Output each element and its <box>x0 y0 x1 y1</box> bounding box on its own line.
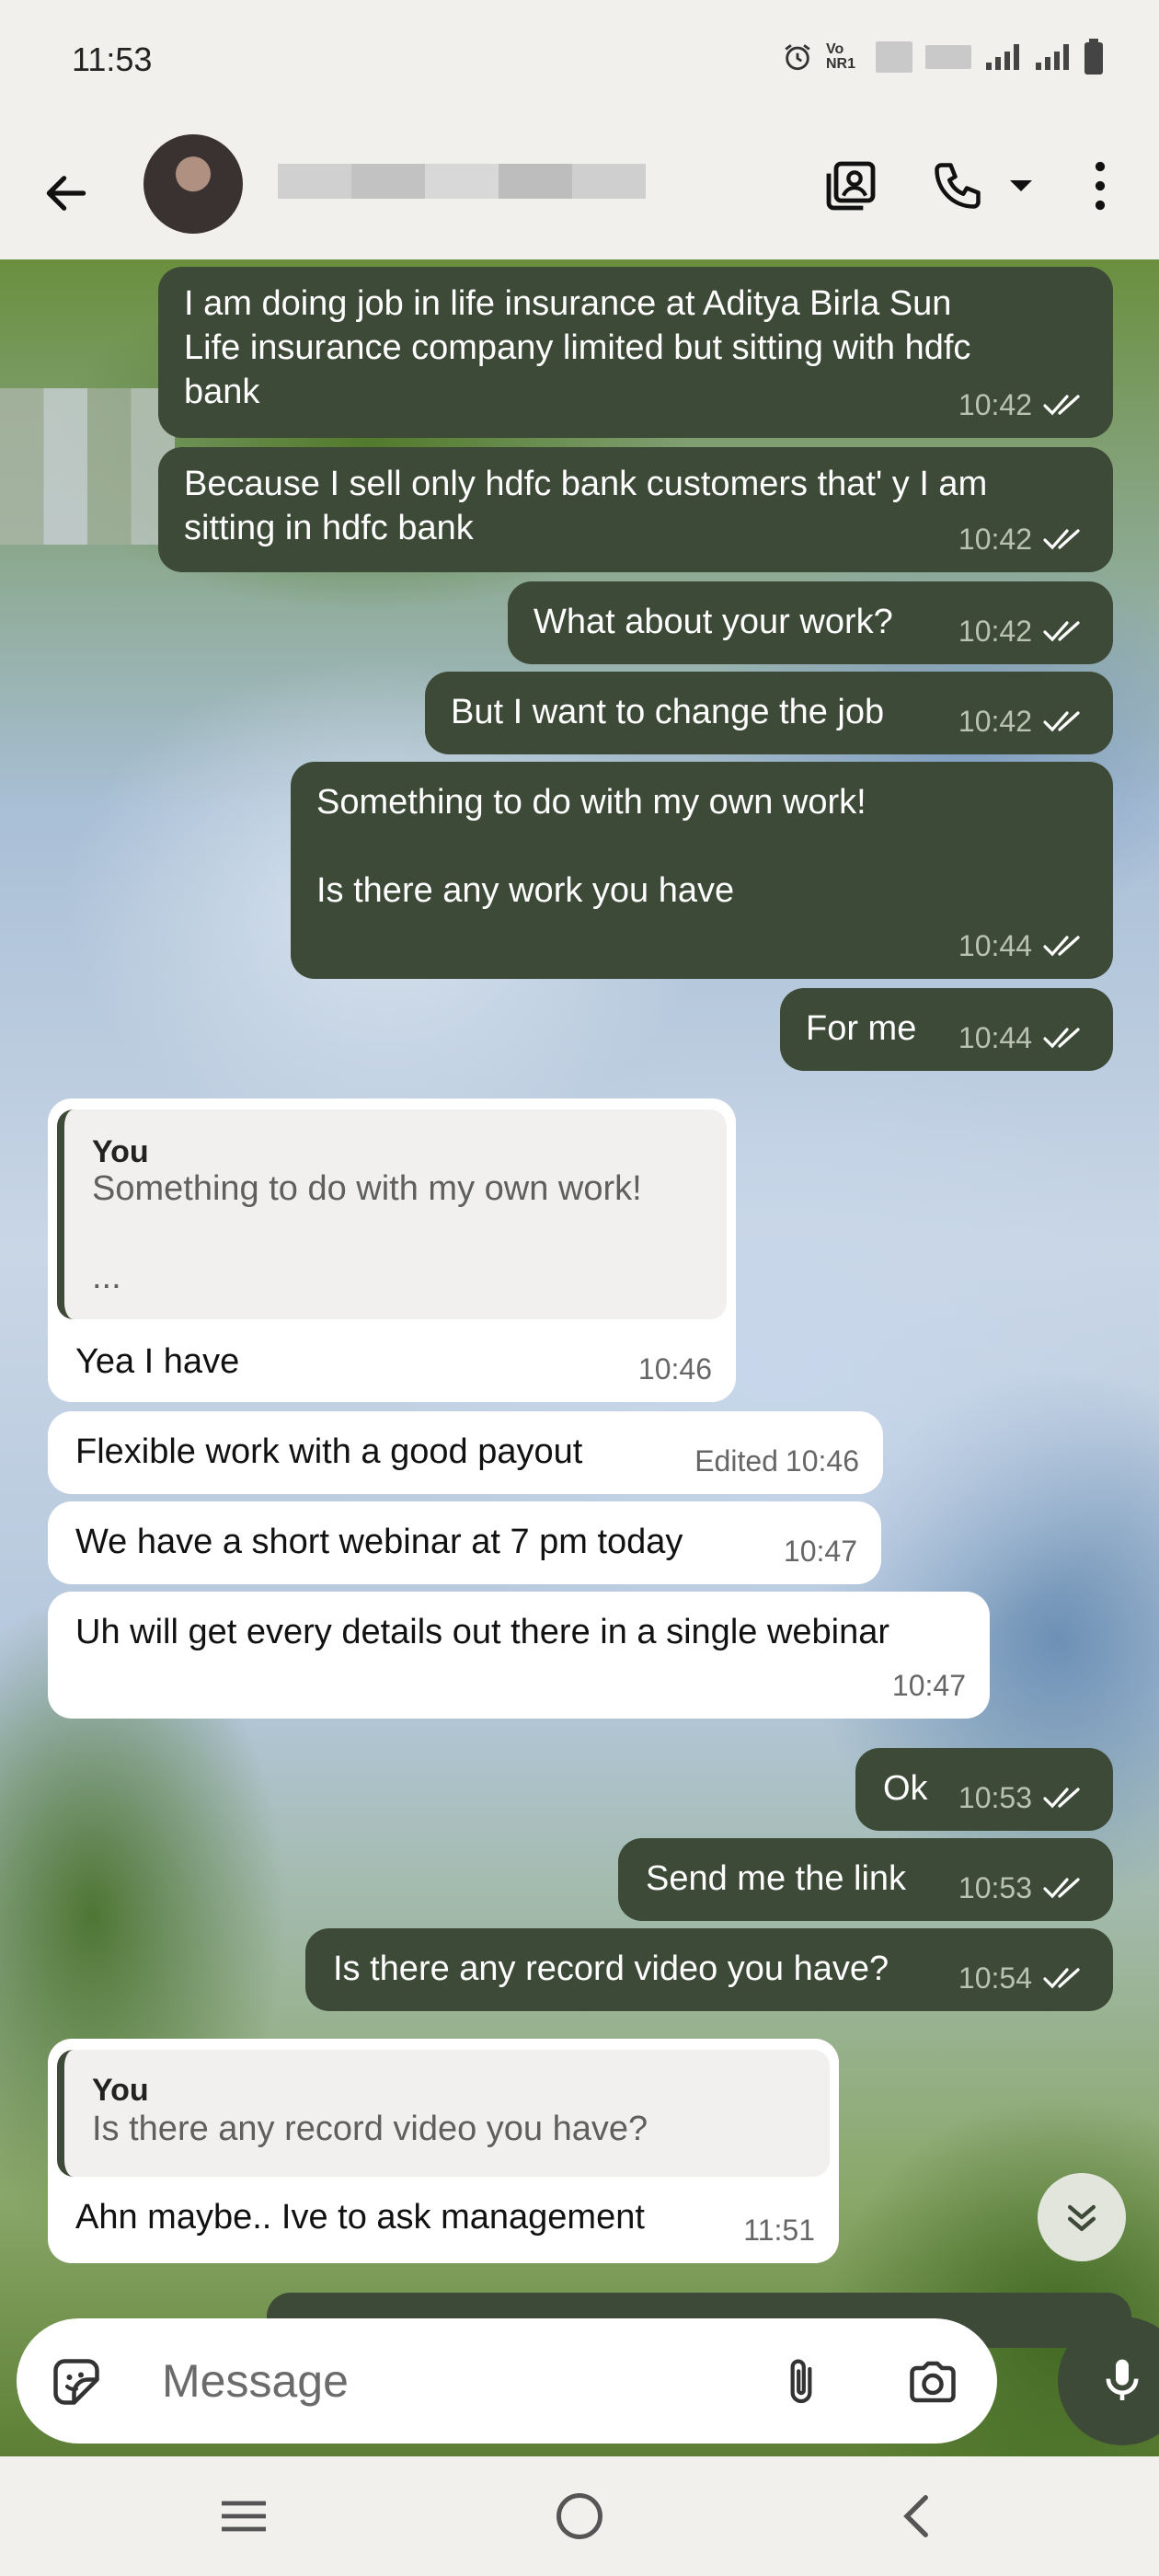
signal-icon-2 <box>1036 44 1069 70</box>
attach-button[interactable] <box>769 2350 833 2414</box>
message-time: 10:42 <box>958 388 1032 421</box>
chat-background[interactable]: I am doing job in life insurance at Adit… <box>0 259 1159 2456</box>
signal-icon <box>986 44 1019 70</box>
message-bubble-outgoing[interactable]: Send me the link 10:53 <box>618 1838 1113 1921</box>
reply-author: You <box>92 2073 149 2108</box>
message-bubble-incoming[interactable]: Flexible work with a good payout Edited 1… <box>48 1411 883 1494</box>
contacts-button[interactable] <box>809 147 892 224</box>
message-bubble-incoming[interactable]: You Is there any record video you have? … <box>48 2039 839 2263</box>
blurred-speed-icon <box>876 41 912 73</box>
message-text: I am doing job in life insurance at Adit… <box>184 284 971 411</box>
status-icons: Vo NR1 <box>782 39 1104 75</box>
message-text: Something to do with my own work! Is the… <box>316 783 866 910</box>
reply-quote[interactable]: You Is there any record video you have? <box>57 2050 830 2177</box>
message-time: 10:42 <box>958 523 1032 556</box>
system-navigation-bar <box>0 2456 1159 2576</box>
message-time: 11:51 <box>743 2214 815 2247</box>
message-text: Because I sell only hdfc bank customers … <box>184 465 988 547</box>
microphone-icon <box>1106 2359 1139 2400</box>
message-time: 10:53 <box>958 1781 1032 1814</box>
blurred-status-icon <box>925 45 971 69</box>
more-vertical-icon <box>1095 161 1106 211</box>
double-check-icon <box>1043 1878 1080 1899</box>
message-time: 10:42 <box>958 615 1032 648</box>
call-button[interactable] <box>916 147 999 224</box>
message-composer <box>17 2318 997 2444</box>
message-bubble-outgoing[interactable]: I am doing job in life insurance at Adit… <box>158 267 1113 438</box>
message-bubble-incoming[interactable]: You Something to do with my own work! ..… <box>48 1098 736 1402</box>
arrow-left-icon <box>46 176 86 211</box>
message-text: Yea I have <box>75 1342 240 1381</box>
more-options-button[interactable] <box>1073 147 1128 224</box>
contact-avatar[interactable] <box>143 134 243 234</box>
message-bubble-outgoing[interactable]: Is there any record video you have? 10:5… <box>305 1928 1113 2011</box>
message-bubble-incoming[interactable]: We have a short webinar at 7 pm today 10… <box>48 1501 881 1584</box>
message-bubble-outgoing[interactable]: Something to do with my own work! Is the… <box>291 762 1113 979</box>
home-circle-icon <box>557 2493 602 2539</box>
scroll-to-bottom-button[interactable] <box>1038 2173 1126 2261</box>
camera-icon <box>910 2361 956 2403</box>
message-time: 10:46 <box>637 1352 712 1386</box>
message-bubble-outgoing[interactable]: Because I sell only hdfc bank customers … <box>158 447 1113 572</box>
message-input[interactable] <box>160 2352 679 2410</box>
message-text: Ahn maybe.. Ive to ask management <box>75 2198 645 2237</box>
back-button[interactable] <box>28 155 105 232</box>
camera-button[interactable] <box>900 2350 966 2414</box>
recent-apps-button[interactable] <box>202 2484 285 2548</box>
home-button[interactable] <box>538 2484 621 2548</box>
double-check-icon <box>1043 621 1080 642</box>
reply-quote[interactable]: You Something to do with my own work! ..… <box>57 1110 727 1319</box>
wallpaper-pixelated-area <box>0 388 175 545</box>
double-check-icon <box>1043 1028 1080 1049</box>
battery-icon <box>1084 39 1103 75</box>
message-text: We have a short webinar at 7 pm today <box>75 1523 683 1561</box>
contact-card-icon <box>826 161 876 211</box>
double-check-icon <box>1043 395 1080 416</box>
status-bar: 11:53 Vo NR1 <box>0 0 1159 120</box>
message-bubble-outgoing[interactable]: Ok 10:53 <box>855 1748 1113 1831</box>
message-time: 10:54 <box>958 1961 1032 1995</box>
network-label: Vo NR1 <box>826 41 856 72</box>
message-bubble-incoming[interactable]: Uh will get every details out there in a… <box>48 1592 990 1719</box>
phone-icon <box>935 163 981 209</box>
double-check-icon <box>1043 1788 1080 1809</box>
reply-text: Something to do with my own work! ... <box>92 1169 642 1296</box>
sticker-icon <box>53 2359 99 2405</box>
message-time: 10:53 <box>958 1871 1032 1904</box>
message-bubble-outgoing[interactable]: But I want to change the job 10:42 <box>425 672 1113 754</box>
message-time: 10:44 <box>958 929 1032 962</box>
double-chevron-down-icon <box>1067 2204 1096 2232</box>
message-time: 10:46 <box>785 1444 859 1478</box>
status-time: 11:53 <box>72 40 153 78</box>
message-time: 10:42 <box>958 705 1032 738</box>
alarm-icon <box>785 44 810 71</box>
double-check-icon <box>1043 529 1080 550</box>
message-time: 10:47 <box>891 1669 966 1702</box>
menu-lines-icon <box>222 2501 266 2532</box>
system-back-button[interactable] <box>874 2484 957 2548</box>
chevron-left-icon <box>903 2495 928 2537</box>
message-bubble-outgoing[interactable]: For me 10:44 <box>780 988 1113 1071</box>
message-bubble-outgoing[interactable]: What about your work? 10:42 <box>508 581 1113 664</box>
caret-down-icon <box>1010 180 1032 191</box>
paperclip-icon <box>790 2359 812 2404</box>
message-text: Uh will get every details out there in a… <box>75 1613 890 1651</box>
contact-name-blurred[interactable] <box>278 164 646 199</box>
edited-label: Edited <box>694 1444 778 1478</box>
double-check-icon <box>1043 1968 1080 1989</box>
double-check-icon <box>1043 936 1080 957</box>
message-time: 10:44 <box>958 1021 1032 1054</box>
reply-text: Is there any record video you have? <box>92 2110 648 2148</box>
call-options-button[interactable] <box>1003 166 1039 206</box>
message-time: 10:47 <box>783 1535 857 1568</box>
double-check-icon <box>1043 711 1080 732</box>
sticker-button[interactable] <box>44 2350 109 2414</box>
